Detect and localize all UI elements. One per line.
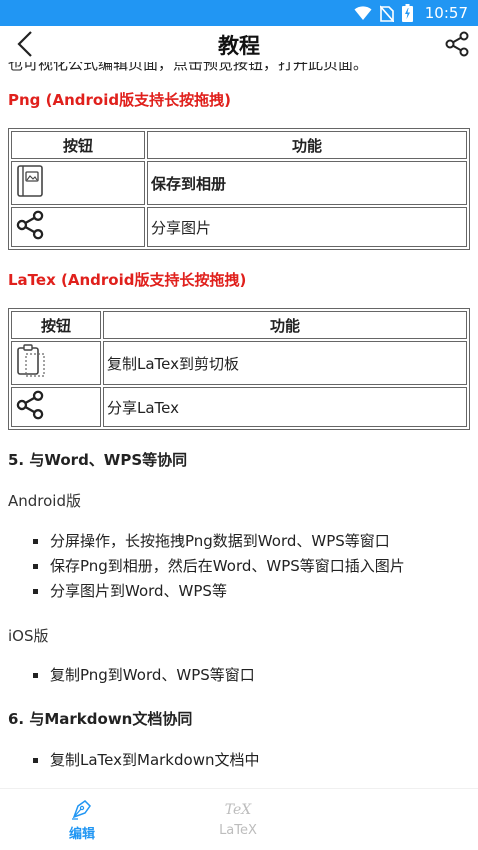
table-cell-function: 分享LaTex (103, 387, 467, 427)
latex-section-title: LaTex (Android版支持长按拖拽) (8, 271, 247, 289)
nav-tab-edit[interactable]: 编辑 (22, 789, 142, 850)
png-button-table: 按钮 功能 保存到相册 分享图片 (8, 128, 470, 250)
table-header-row: 按钮 功能 (11, 131, 467, 159)
no-sim-icon (379, 4, 394, 22)
status-time: 10:57 (424, 4, 468, 22)
chevron-left-icon (17, 31, 32, 57)
list-item: 保存Png到相册，然后在Word、WPS等窗口插入图片 (0, 554, 478, 579)
share-icon (445, 31, 469, 57)
nav-tab-label: LaTeX (219, 823, 257, 838)
table-cell-icon (11, 207, 145, 247)
list-item: 复制Png到Word、WPS等窗口 (0, 663, 478, 688)
table-cell-icon (11, 161, 145, 205)
ios-list: 复制Png到Word、WPS等窗口 (0, 663, 478, 688)
cut-off-text: 也可视化公式编辑页面，点击预览按钮，打开此页面。 (8, 62, 369, 73)
share-icon (16, 210, 44, 240)
table-cell-icon (11, 341, 101, 385)
bottom-navigation: 编辑 TeX LaTeX (0, 788, 478, 850)
table-row: 分享图片 (11, 207, 467, 247)
android-list: 分屏操作，长按拖拽Png数据到Word、WPS等窗口 保存Png到相册，然后在W… (0, 529, 478, 604)
ios-label: iOS版 (8, 627, 49, 645)
tex-icon: TeX (224, 802, 252, 818)
nav-tab-label: 编辑 (68, 827, 95, 842)
markdown-section-title: 6. 与Markdown文档协同 (8, 710, 193, 728)
latex-button-table: 按钮 功能 复制LaTex到剪切板 分享LaTex (8, 308, 470, 430)
word-section-title: 5. 与Word、WPS等协同 (8, 451, 188, 469)
app-bar: 教程 (0, 26, 478, 62)
table-header: 按钮 (11, 131, 145, 159)
album-save-icon (17, 165, 43, 197)
table-header: 按钮 (11, 311, 101, 339)
table-cell-function: 分享图片 (147, 207, 467, 247)
table-row: 保存到相册 (11, 161, 467, 205)
table-header: 功能 (103, 311, 467, 339)
table-cell-function: 复制LaTex到剪切板 (103, 341, 467, 385)
tutorial-content[interactable]: 也可视化公式编辑页面，点击预览按钮，打开此页面。 Png (Android版支持… (0, 62, 478, 788)
list-item: 分屏操作，长按拖拽Png数据到Word、WPS等窗口 (0, 529, 478, 554)
markdown-list: 复制LaTex到Markdown文档中 (0, 748, 478, 773)
status-bar: 10:57 (0, 0, 478, 26)
status-icons: 10:57 (354, 3, 468, 23)
nav-tab-latex[interactable]: TeX LaTeX (178, 789, 298, 850)
clipboard-icon (17, 344, 45, 377)
list-item: 复制LaTex到Markdown文档中 (0, 748, 478, 773)
png-section-title: Png (Android版支持长按拖拽) (8, 91, 231, 109)
battery-charging-icon (401, 4, 413, 22)
share-button[interactable] (442, 28, 472, 60)
table-cell-function: 保存到相册 (147, 161, 467, 205)
share-icon (16, 390, 44, 420)
table-header: 功能 (147, 131, 467, 159)
page-title: 教程 (218, 34, 260, 58)
table-row: 复制LaTex到剪切板 (11, 341, 467, 385)
pen-nib-icon (72, 800, 91, 820)
list-item: 分享图片到Word、WPS等 (0, 579, 478, 604)
wifi-icon (354, 5, 372, 21)
table-header-row: 按钮 功能 (11, 311, 467, 339)
table-row: 分享LaTex (11, 387, 467, 427)
table-cell-icon (11, 387, 101, 427)
android-label: Android版 (8, 492, 81, 510)
back-button[interactable] (10, 28, 40, 60)
